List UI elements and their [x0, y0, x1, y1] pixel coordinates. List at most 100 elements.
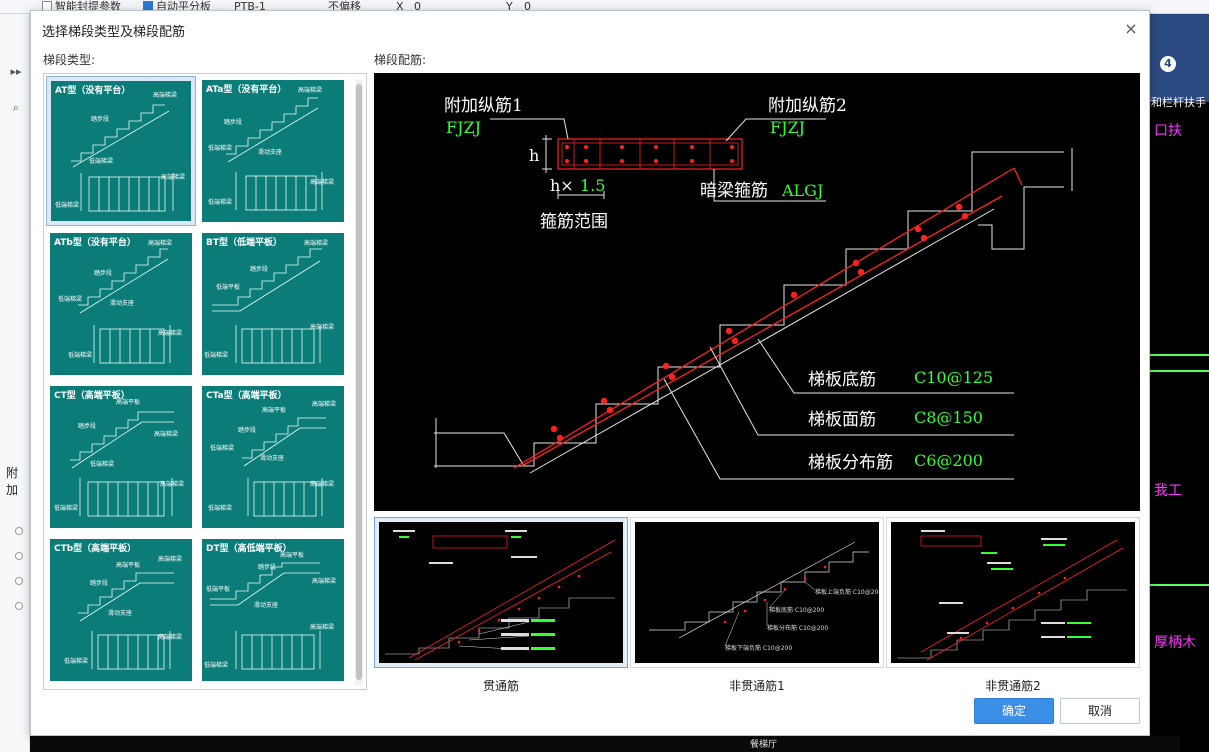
cad-text: 我工: [1154, 483, 1182, 499]
stair-type-atb[interactable]: ATb型（没有平台） 高端梯梁 踏步段 滑动支座 低端梯梁 高端梯梁 低端梯梁: [46, 229, 196, 379]
svg-text:梯板底筋 C10@200: 梯板底筋 C10@200: [769, 606, 824, 614]
stair-type-at[interactable]: AT型（没有平台） 高端梯梁 踏步段 低端梯梁 高端梯梁 低端梯梁: [46, 76, 196, 226]
label-top-rebar: 梯板面筋: [808, 410, 876, 430]
svg-text:高端梯梁: 高端梯梁: [298, 86, 322, 94]
svg-text:低端平板: 低端平板: [216, 283, 240, 291]
svg-text:高端梯梁: 高端梯梁: [304, 239, 328, 247]
stair-type-image: ATb型（没有平台） 高端梯梁 踏步段 滑动支座 低端梯梁 高端梯梁 低端梯梁: [50, 233, 192, 375]
svg-text:梯板分布筋 C10@200: 梯板分布筋 C10@200: [767, 624, 828, 632]
stair-diagram: 高端梯梁 踏步段 低端平板 高端梯梁 低端梯梁: [204, 239, 334, 364]
bg-radio[interactable]: [15, 602, 23, 610]
stair-type-image: BT型（低端平板） 高端梯梁 踏步段 低端平板 高端梯梁 低端梯梁: [202, 233, 344, 375]
svg-text:踏步段: 踏步段: [78, 422, 96, 430]
stirrups: [573, 139, 711, 169]
svg-text:滑动支座: 滑动支座: [108, 609, 132, 617]
bg-radio[interactable]: [15, 527, 23, 535]
search-icon[interactable]: ⌕: [6, 98, 26, 118]
stair-diagram: 高端平板 踏步段 低端平板 高端梯梁 滑动支座 高端梯梁 低端梯梁: [204, 551, 336, 670]
rebar-dot: [556, 434, 564, 442]
leader-line: [490, 118, 569, 140]
bg-radio[interactable]: [15, 577, 23, 585]
rebar-dot: [790, 291, 798, 299]
stair-type-dialog: 选择梯段类型及梯段配筋 × 梯段类型: 梯段配筋: AT型（没有平台） 高端梯梁…: [30, 10, 1150, 736]
rebar-option-label: 非贯通筋2: [985, 679, 1041, 693]
cad-text: 厚柄木: [1154, 635, 1196, 651]
cancel-button[interactable]: 取消: [1060, 698, 1140, 724]
stair-type-image: CTa型（高端平板） 高端平板 高端梯梁 踏步段 滑动支座 低端梯梁 高端梯梁 …: [202, 386, 344, 528]
svg-text:高端平板: 高端平板: [280, 551, 304, 559]
type-list-scrollbar[interactable]: [355, 80, 363, 685]
stair-diagram: 高端梯梁 踏步段 滑动支座 低端梯梁 高端梯梁 低端梯梁: [58, 239, 182, 364]
svg-text:高端梯梁: 高端梯梁: [310, 623, 334, 631]
svg-text:高端梯梁: 高端梯梁: [148, 239, 172, 247]
stair-type-label: 梯段类型:: [43, 53, 96, 67]
svg-text:低端梯梁: 低端梯梁: [204, 661, 228, 669]
rebar-option-through[interactable]: [374, 517, 628, 668]
step-label: 梁和栏杆扶手: [1150, 96, 1206, 109]
svg-text:高端梯梁: 高端梯梁: [154, 430, 178, 438]
svg-text:低端梯梁: 低端梯梁: [55, 201, 79, 209]
expand-icon[interactable]: ▸▸: [6, 62, 26, 82]
svg-text:低端梯梁: 低端梯梁: [64, 657, 88, 665]
cad-line: [1150, 354, 1209, 356]
rebar-option-non-through-2[interactable]: [886, 517, 1140, 668]
thumb-image: [379, 522, 623, 663]
svg-text:高端梯梁: 高端梯梁: [158, 633, 182, 641]
rebar-dot: [914, 225, 922, 233]
stair-type-image: ATa型（没有平台） 高端梯梁 踏步段 滑动支座 低端梯梁 高端梯梁 低端梯梁: [202, 80, 344, 222]
rebar-top: [1013, 167, 1023, 186]
svg-text:梯板下端负筋 C10@200: 梯板下端负筋 C10@200: [725, 644, 792, 652]
svg-text:高端梯梁: 高端梯梁: [158, 329, 182, 337]
stair-type-ct[interactable]: CT型（高端平板） 高端平板 踏步段 高端梯梁 低端梯梁 高端梯梁 低端梯梁: [46, 382, 196, 532]
close-icon[interactable]: ×: [1121, 19, 1141, 39]
stair-outline: [978, 186, 1064, 250]
rebar-preview: 附加纵筋1 FJZJ 附加纵筋2 FJZJ h h× 1.5 箍筋范围 暗梁箍筋…: [374, 73, 1140, 511]
rebar-dot: [852, 259, 860, 267]
rebar-dot: [606, 406, 614, 414]
stair-diagram: 高端平板 高端梯梁 踏步段 滑动支座 高端梯梁 低端梯梁: [64, 555, 182, 670]
svg-text:踏步段: 踏步段: [94, 269, 112, 277]
beam-section: [557, 138, 743, 170]
svg-text:高端梯梁: 高端梯梁: [153, 91, 177, 99]
stair-type-dt[interactable]: DT型（高低端平板） 高端平板 踏步段 低端平板 高端梯梁 滑动支座 高端梯梁 …: [198, 535, 348, 685]
rebar-option-non-through-1[interactable]: 梯板上端负筋 C10@200 梯板底筋 C10@200 梯板分布筋 C10@20…: [630, 517, 884, 668]
rebar-dot: [725, 327, 733, 335]
rebar-dot: [550, 425, 558, 433]
stair-type-image: CTb型（高端平板） 高端平板 高端梯梁 踏步段 滑动支座 高端梯梁 低端梯梁: [50, 539, 192, 681]
svg-text:高端平板: 高端平板: [262, 406, 286, 414]
label-hx-val: 1.5: [580, 176, 605, 195]
code-fzj2: FJZJ: [770, 118, 805, 137]
stair-type-cta[interactable]: CTa型（高端平板） 高端平板 高端梯梁 踏步段 滑动支座 低端梯梁 高端梯梁 …: [198, 382, 348, 532]
stair-type-ata[interactable]: ATa型（没有平台） 高端梯梁 踏步段 滑动支座 低端梯梁 高端梯梁 低端梯梁: [198, 76, 348, 226]
rebar-option-label: 贯通筋: [482, 679, 519, 693]
stair-type-image: CT型（高端平板） 高端平板 踏步段 高端梯梁 低端梯梁 高端梯梁 低端梯梁: [50, 386, 192, 528]
stair-type-bt[interactable]: BT型（低端平板） 高端梯梁 踏步段 低端平板 高端梯梁 低端梯梁: [198, 229, 348, 379]
beam-dots: [565, 145, 734, 163]
background-panel-label: 附加: [6, 466, 19, 497]
svg-text:低端梯梁: 低端梯梁: [210, 444, 234, 452]
cad-text: 餐梯厅: [750, 740, 778, 750]
rebar-dot: [731, 337, 739, 345]
stair-type-ctb[interactable]: CTb型（高端平板） 高端平板 高端梯梁 踏步段 滑动支座 高端梯梁 低端梯梁: [46, 535, 196, 685]
ok-button[interactable]: 确定: [974, 698, 1054, 724]
svg-text:低端平板: 低端平板: [206, 585, 230, 593]
bg-radio[interactable]: [15, 552, 23, 560]
svg-text:滑动支座: 滑动支座: [254, 601, 278, 609]
svg-text:低端梯梁: 低端梯梁: [208, 198, 232, 206]
stair-type-list[interactable]: AT型（没有平台） 高端梯梁 踏步段 低端梯梁 高端梯梁 低端梯梁 ATa型（没…: [43, 73, 367, 690]
label-h: h: [529, 146, 539, 165]
label-fzj2: 附加纵筋2: [768, 96, 847, 116]
cad-line: [1150, 370, 1209, 372]
scrollbar-thumb[interactable]: [356, 84, 362, 680]
stair-type-image: AT型（没有平台） 高端梯梁 踏步段 低端梯梁 高端梯梁 低端梯梁: [51, 81, 191, 221]
value-dist-rebar: C6@200: [914, 451, 983, 470]
svg-text:踏步段: 踏步段: [90, 579, 108, 587]
value-top-rebar: C8@150: [914, 408, 983, 427]
stair-outline: [434, 432, 525, 467]
label-dist-rebar: 梯板分布筋: [808, 453, 893, 473]
code-fzj1: FJZJ: [446, 118, 481, 137]
stair-diagram: 高端平板 高端梯梁 踏步段 滑动支座 低端梯梁 高端梯梁 低端梯梁: [208, 400, 336, 517]
stair-rebar-label: 梯段配筋:: [374, 53, 427, 67]
slab-bottom: [529, 208, 995, 474]
label-stirrup-range: 箍筋范围: [540, 212, 608, 232]
